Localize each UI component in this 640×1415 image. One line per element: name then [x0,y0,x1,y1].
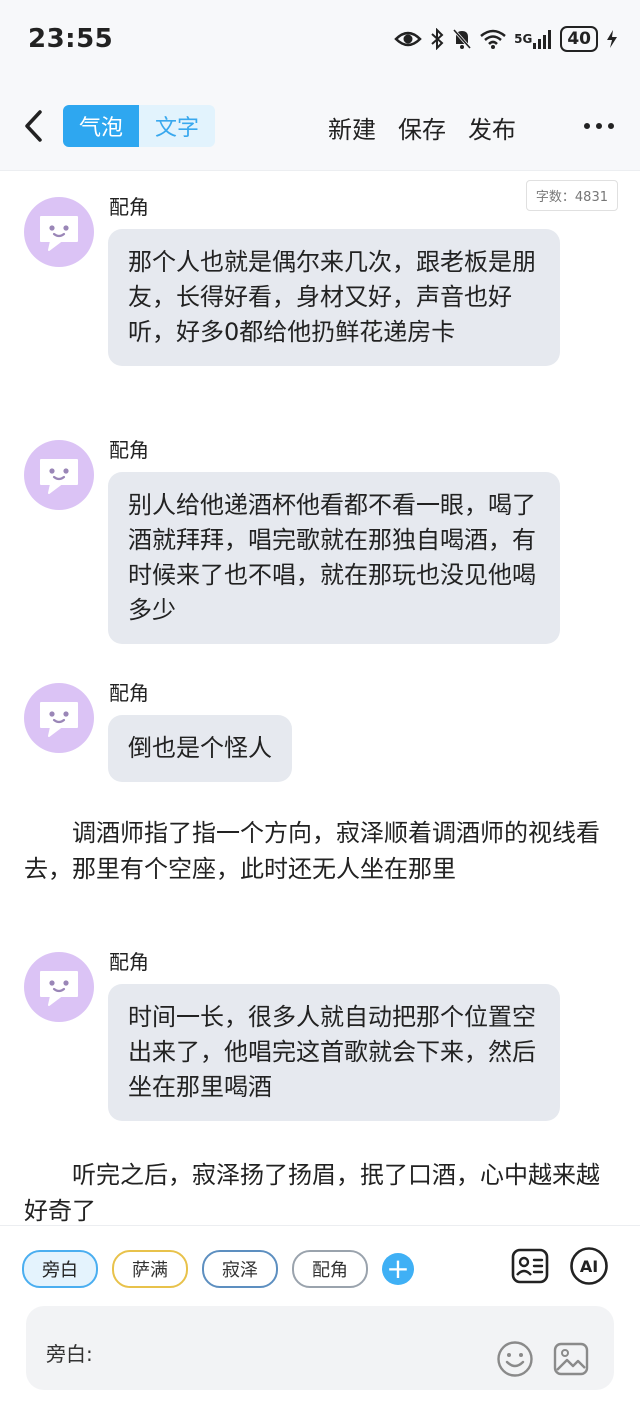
narration-text[interactable]: 调酒师指了指一个方向，寂泽顺着调酒师的视线看去，那里有个空座，此时还无人坐在那里 [24,815,616,887]
avatar[interactable] [24,197,94,267]
battery-indicator: 40 [560,26,598,52]
new-button[interactable]: 新建 [328,110,376,145]
ai-button[interactable]: AI [569,1246,609,1286]
more-dot [596,123,602,129]
role-chip-saman[interactable]: 萨满 [112,1250,188,1288]
word-count-badge: 字数：4831 [525,180,618,211]
chat-bubble-face-icon [40,702,78,737]
message-bubble[interactable]: 别人给他递酒杯他看都不看一眼，喝了酒就拜拜，唱完歌就在那独自喝酒，有时候来了也不… [108,472,560,644]
header-actions: 新建 保存 发布 [328,110,516,145]
ai-label: AI [579,1256,599,1276]
status-bar: 23:55 5G 40 [0,0,640,82]
role-chip-narrator[interactable]: 旁白 [22,1250,98,1288]
image-button[interactable] [552,1340,590,1378]
chat-bubble-face-icon [40,216,78,251]
role-selector: 旁白 萨满 寂泽 配角 + [22,1250,414,1288]
more-button[interactable] [584,114,614,138]
contact-card-icon [511,1248,549,1284]
status-icons: 5G 40 [394,26,618,52]
more-dot [584,123,590,129]
save-button[interactable]: 保存 [398,110,446,145]
smiley-icon [497,1341,533,1377]
charging-icon [606,29,618,49]
input-role-label: 旁白: [46,1342,93,1366]
chat-area[interactable]: 字数：4831 配角 那个人也就是偶尔来几次，跟老板是朋友，长得好看，身材又好，… [0,170,640,1226]
tab-bubble[interactable]: 气泡 [63,105,139,147]
message-bubble[interactable]: 倒也是个怪人 [108,715,292,782]
message-bubble[interactable]: 时间一长，很多人就自动把那个位置空出来了，他唱完这首歌就会下来，然后坐在那里喝酒 [108,984,560,1121]
chat-bubble-face-icon [40,971,78,1006]
editor-toolbar: 气泡 文字 新建 保存 发布 [0,92,640,164]
role-chip-supporting[interactable]: 配角 [292,1250,368,1288]
image-icon [553,1342,589,1376]
status-time: 23:55 [28,24,114,54]
more-dot [608,123,614,129]
narration-text[interactable]: 听完之后，寂泽扬了扬眉，抿了口酒，心中越来越好奇了 [24,1157,616,1226]
add-role-button[interactable]: + [382,1253,414,1285]
back-button[interactable] [18,106,54,146]
bell-off-icon [452,28,472,50]
wifi-icon [480,29,506,49]
avatar[interactable] [24,683,94,753]
signal-icon: 5G [514,29,552,49]
chat-bubble-face-icon [40,459,78,494]
bluetooth-icon [430,28,444,50]
input-panel: 旁白 萨满 寂泽 配角 + AI 旁白: [0,1225,640,1415]
avatar[interactable] [24,952,94,1022]
emoji-button[interactable] [496,1340,534,1378]
speaker-name: 配角 [109,195,149,219]
avatar[interactable] [24,440,94,510]
speaker-name: 配角 [109,681,149,705]
chevron-left-icon [25,110,42,142]
eye-icon [394,29,422,49]
speaker-name: 配角 [109,438,149,462]
message-bubble[interactable]: 那个人也就是偶尔来几次，跟老板是朋友，长得好看，身材又好，声音也好听，好多0都给… [108,229,560,366]
mode-switch: 气泡 文字 [63,105,215,147]
tab-text[interactable]: 文字 [139,105,215,147]
role-chip-jize[interactable]: 寂泽 [202,1250,278,1288]
message-input[interactable]: 旁白: [26,1306,614,1390]
publish-button[interactable]: 发布 [468,110,516,145]
role-list-button[interactable] [510,1246,550,1286]
speaker-name: 配角 [109,950,149,974]
